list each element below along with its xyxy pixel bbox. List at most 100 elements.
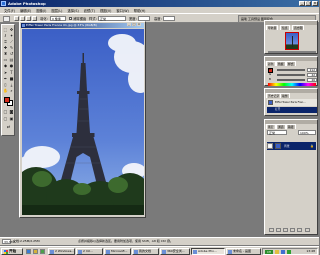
color-ramp[interactable] <box>268 83 316 86</box>
clock[interactable]: 13:48 <box>306 249 315 254</box>
zoom-tool-icon[interactable]: ⌕ <box>9 88 14 93</box>
menu-view[interactable]: 视图(V) <box>100 8 111 13</box>
layer-set-button[interactable] <box>283 228 288 232</box>
task-button-paint[interactable]: 未命名 - 画图 <box>226 248 261 255</box>
system-tray: CH 13:48 <box>262 248 318 255</box>
eraser-tool-icon[interactable]: ▭ <box>3 57 8 62</box>
red-slider[interactable] <box>277 69 305 71</box>
task-button-5[interactable]: 360安全浏... <box>160 248 190 255</box>
menu-edit[interactable]: 编辑(E) <box>20 8 31 13</box>
network-icon[interactable] <box>281 250 285 254</box>
doc-minimize-button[interactable]: _ <box>127 23 131 26</box>
doc-maximize-button[interactable]: □ <box>132 23 136 26</box>
notes-tool-icon[interactable]: ▯ <box>3 82 8 87</box>
task-button-photoshop[interactable]: Adobe Pho... <box>191 248 225 255</box>
volume-icon[interactable] <box>275 250 279 254</box>
foreground-color-swatch[interactable] <box>4 97 10 103</box>
ie-quicklaunch-icon[interactable] <box>26 249 31 254</box>
close-button[interactable]: × <box>312 1 318 6</box>
shape-tool-icon[interactable]: ■ <box>9 76 14 81</box>
tab-color[interactable]: 颜色 <box>266 61 276 66</box>
tab-navigator[interactable]: 导航器 <box>266 25 279 30</box>
menu-window[interactable]: 窗口(W) <box>116 8 128 13</box>
layer-style-button[interactable] <box>269 228 274 232</box>
menu-select[interactable]: 选择(S) <box>67 8 78 13</box>
history-brush-tool-icon[interactable]: ↺ <box>9 51 14 56</box>
navigator-thumbnail[interactable] <box>285 32 299 50</box>
lasso-tool-icon[interactable]: ℓ <box>3 33 8 38</box>
dodge-tool-icon[interactable]: ● <box>9 63 14 68</box>
layer-mask-button[interactable] <box>276 228 281 232</box>
blue-slider[interactable] <box>277 79 305 81</box>
history-state-row[interactable]: 打开 <box>267 107 317 113</box>
document-window[interactable]: Eiffel Tower Paris France 01.jpg @ 33% (… <box>19 21 146 218</box>
tab-swatches[interactable]: 色板 <box>276 61 286 66</box>
path-select-tool-icon[interactable]: ➤ <box>3 70 8 75</box>
layer-row-background[interactable]: ◉ 背景 🔒 <box>267 142 316 150</box>
media-quicklaunch-icon[interactable] <box>40 249 45 254</box>
app-title-bar[interactable]: Adobe Photoshop _ □ × <box>0 0 319 7</box>
tab-actions[interactable]: 动作 <box>280 93 290 98</box>
task-button-1[interactable]: 2 Windows... <box>48 248 75 255</box>
tool-preset-picker[interactable] <box>3 16 10 22</box>
tab-info[interactable]: 信息 <box>280 25 290 30</box>
tab-histogram[interactable]: 直方图 <box>292 25 305 30</box>
crop-tool-icon[interactable]: ⌗ <box>3 39 8 44</box>
healing-tool-icon[interactable]: ✚ <box>3 45 8 50</box>
security-icon[interactable] <box>287 250 291 254</box>
imageready-jump-icon[interactable]: ⇄ <box>6 124 11 129</box>
antialias-checkbox[interactable] <box>69 17 72 20</box>
pen-tool-icon[interactable]: ✒ <box>3 76 8 81</box>
quickmask-mode-icon[interactable]: ◙ <box>9 109 14 114</box>
new-layer-button[interactable] <box>297 228 302 232</box>
trash-icon[interactable] <box>305 228 310 232</box>
eye-icon[interactable]: ◉ <box>267 143 273 149</box>
start-button[interactable]: 开始 <box>1 248 23 255</box>
language-indicator[interactable]: CH <box>265 250 273 254</box>
menu-image[interactable]: 图像(I) <box>36 8 46 13</box>
hand-tool-icon[interactable]: ✋ <box>3 88 8 93</box>
height-input[interactable] <box>163 16 175 21</box>
blue-value[interactable]: 26 <box>307 78 317 82</box>
move-tool-icon[interactable]: ✥ <box>9 27 14 32</box>
adjustment-layer-button[interactable] <box>290 228 295 232</box>
opacity-input[interactable]: 100% <box>298 130 316 135</box>
stamp-tool-icon[interactable]: ♜ <box>3 51 8 56</box>
type-tool-icon[interactable]: T <box>9 70 14 75</box>
menu-layer[interactable]: 图层(L) <box>51 8 62 13</box>
screen-mode-standard-icon[interactable]: ▢ <box>3 116 8 121</box>
history-snapshot-row[interactable]: Eiffel Tower Paris Fran... <box>267 99 317 106</box>
screen-mode-full-icon[interactable]: ▣ <box>9 116 14 121</box>
task-button-2[interactable]: 2 Int... <box>76 248 103 255</box>
standard-mode-icon[interactable]: □ <box>3 109 8 114</box>
menu-file[interactable]: 文件(F) <box>4 8 15 13</box>
menu-help[interactable]: 帮助(H) <box>134 8 146 13</box>
magic-wand-tool-icon[interactable]: ✦ <box>9 33 14 38</box>
gradient-tool-icon[interactable]: ▤ <box>9 57 14 62</box>
task-button-3[interactable]: Microsoft... <box>104 248 131 255</box>
maximize-button[interactable]: □ <box>305 1 311 6</box>
green-value[interactable]: 42 <box>307 73 317 77</box>
marquee-tool-icon[interactable]: ⬚ <box>3 27 8 32</box>
task-button-4[interactable]: 我的文档 <box>132 248 159 255</box>
green-slider[interactable] <box>277 74 305 76</box>
image-canvas[interactable] <box>22 29 144 215</box>
tab-layers[interactable]: 图层 <box>266 124 276 129</box>
doc-close-button[interactable]: × <box>137 23 141 26</box>
tab-channels[interactable]: 通道 <box>276 124 286 129</box>
zoom-level-field[interactable]: 33.33% <box>2 239 15 244</box>
menu-filter[interactable]: 滤镜(T) <box>84 8 95 13</box>
document-size-info[interactable]: 文档:2.25M/2.25M <box>13 239 40 244</box>
tab-styles[interactable]: 样式 <box>286 61 296 66</box>
blur-tool-icon[interactable]: ◆ <box>3 63 8 68</box>
blend-mode-dropdown[interactable]: 正常 <box>267 130 287 135</box>
tab-history[interactable]: 历史记录 <box>266 93 282 98</box>
brush-tool-icon[interactable]: ✎ <box>9 45 14 50</box>
desktop-quicklaunch-icon[interactable] <box>33 249 38 254</box>
slice-tool-icon[interactable]: ⟋ <box>9 39 14 44</box>
document-title-bar[interactable]: Eiffel Tower Paris France 01.jpg @ 33% (… <box>21 23 144 28</box>
tab-paths[interactable]: 路径 <box>286 124 296 129</box>
eyedropper-tool-icon[interactable]: ⤓ <box>9 82 14 87</box>
red-value[interactable]: 212 <box>307 68 317 72</box>
navigator-zoom-slider[interactable] <box>268 51 316 53</box>
